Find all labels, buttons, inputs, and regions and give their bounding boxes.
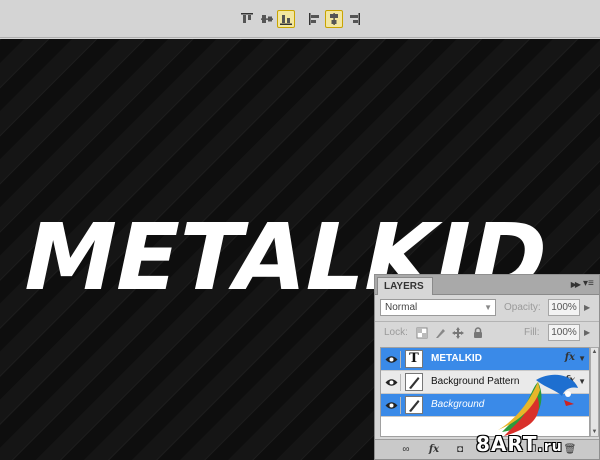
lock-all-icon[interactable] <box>472 327 484 339</box>
layers-tab[interactable]: LAYERS <box>377 277 433 295</box>
brush-layer-thumbnail-icon <box>405 373 423 391</box>
fill-slider-arrow-icon[interactable]: ▶ <box>584 324 594 341</box>
align-bottom-edges-icon <box>280 15 292 25</box>
align-left-edges-button[interactable] <box>306 10 324 28</box>
fill-field[interactable]: 100% <box>548 324 580 341</box>
lock-position-icon[interactable] <box>452 327 464 339</box>
align-bottom-edges-button[interactable] <box>277 10 295 28</box>
opacity-slider-arrow-icon[interactable]: ▶ <box>584 299 594 316</box>
divider <box>375 321 599 322</box>
layer-name: Background <box>431 399 485 410</box>
lock-image-pixels-icon[interactable] <box>434 327 446 339</box>
align-right-edges-icon <box>350 13 360 25</box>
lock-transparent-pixels-icon[interactable] <box>416 327 428 339</box>
brush-layer-thumbnail-icon <box>405 396 423 414</box>
visibility-toggle[interactable] <box>383 397 401 414</box>
text-layer-thumbnail-icon: T <box>405 350 423 368</box>
eye-icon <box>385 379 398 386</box>
align-horizontal-centers-button[interactable] <box>325 10 343 28</box>
fill-label: Fill: <box>524 327 540 338</box>
align-vertical-centers-icon <box>261 15 273 23</box>
align-right-edges-button[interactable] <box>345 10 363 28</box>
visibility-toggle[interactable] <box>383 351 401 368</box>
opacity-field[interactable]: 100% <box>548 299 580 316</box>
blend-mode-select[interactable]: Normal ▼ <box>380 299 496 316</box>
align-top-edges-button[interactable] <box>238 10 256 28</box>
collapse-panel-icon[interactable]: ▶▶ <box>571 280 581 289</box>
options-bar <box>0 0 600 38</box>
eye-icon <box>385 402 398 409</box>
scroll-up-icon[interactable]: ▲ <box>591 349 598 355</box>
link-layers-icon[interactable]: ∞ <box>399 443 413 457</box>
panel-menu-icon[interactable]: ▾≡ <box>583 279 595 291</box>
opacity-label: Opacity: <box>504 302 541 313</box>
panel-tab-bar: LAYERS ▶▶ ▾≡ <box>375 275 599 295</box>
add-mask-icon[interactable]: ◘ <box>453 443 467 457</box>
layer-name: METALKID <box>431 353 482 364</box>
blend-mode-value: Normal <box>385 302 418 313</box>
visibility-toggle[interactable] <box>383 374 401 391</box>
chevron-down-icon: ▼ <box>484 303 492 312</box>
add-layer-style-icon[interactable]: fx <box>427 443 441 457</box>
align-left-edges-icon <box>309 13 319 25</box>
watermark-text: 8ART.ru <box>476 432 563 456</box>
align-vertical-centers-button[interactable] <box>258 10 276 28</box>
eye-icon <box>385 356 398 363</box>
align-top-edges-icon <box>241 13 253 23</box>
lock-label: Lock: <box>384 327 408 338</box>
align-horizontal-centers-icon <box>330 13 338 25</box>
